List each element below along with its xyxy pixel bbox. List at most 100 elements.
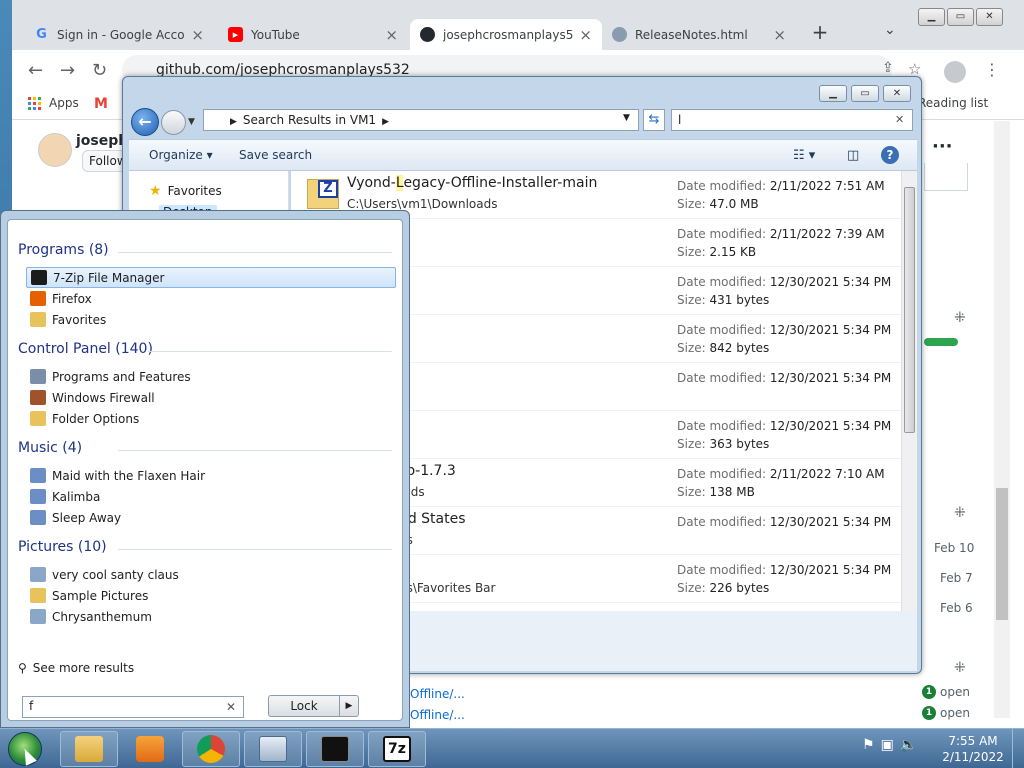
show-desktop-button[interactable] xyxy=(1012,729,1024,768)
more-options-icon[interactable]: ··· xyxy=(932,136,953,157)
clock[interactable]: 7:55 AM 2/11/2022 xyxy=(940,733,1006,765)
start-result-item[interactable]: Sample Pictures xyxy=(26,585,396,606)
start-result-item[interactable]: Folder Options xyxy=(26,408,396,429)
start-result-item[interactable]: Favorites xyxy=(26,309,396,330)
start-category-title[interactable]: Control Panel (140) xyxy=(18,341,153,357)
system-tray: ⚑ ▣ 🔈 xyxy=(862,737,923,753)
repo-link[interactable]: Offline/... xyxy=(410,687,465,701)
back-arrow-icon[interactable]: ← xyxy=(28,60,43,81)
open-label: open xyxy=(940,685,970,699)
taskbar-chrome[interactable] xyxy=(182,731,240,767)
user-avatar[interactable] xyxy=(38,133,72,167)
taskbar-explorer[interactable] xyxy=(60,731,118,767)
start-category-title[interactable]: Music (4) xyxy=(18,440,82,456)
explorer-address-bar[interactable]: ▶ Search Results in VM1 ▶ xyxy=(203,109,639,131)
activity-date: Feb 10 xyxy=(934,541,975,555)
preview-pane-icon[interactable]: ◫ xyxy=(847,148,859,163)
count-badge: 1 xyxy=(922,685,936,699)
close-button[interactable]: ✕ xyxy=(976,8,1003,26)
reload-icon[interactable]: ↻ xyxy=(92,60,107,81)
help-icon[interactable]: ? xyxy=(881,146,899,164)
start-result-item[interactable]: Programs and Features xyxy=(26,366,396,387)
tab-github[interactable]: josephcrosmanplays532 × xyxy=(410,19,602,50)
category-divider xyxy=(118,252,392,253)
scrollbar-thumb[interactable] xyxy=(904,187,915,433)
explorer-search-input[interactable]: l xyxy=(671,109,913,131)
network-icon[interactable]: ▣ xyxy=(881,737,894,753)
start-category-title[interactable]: Pictures (10) xyxy=(18,539,107,555)
lock-button[interactable]: Lock xyxy=(268,695,340,717)
page-scrollbar[interactable] xyxy=(994,121,1010,718)
save-search-button[interactable]: Save search xyxy=(239,148,312,162)
clear-search-icon[interactable]: ✕ xyxy=(895,113,904,126)
app-window-icon xyxy=(259,736,287,762)
view-options-icon[interactable]: ☷ ▾ xyxy=(793,148,815,163)
tab-youtube[interactable]: ▶ YouTube × xyxy=(218,19,408,50)
address-dropdown-icon[interactable]: ▼ xyxy=(623,113,630,123)
expand-icon[interactable]: ⁜ xyxy=(954,660,966,676)
start-result-item[interactable]: 7-Zip File Manager xyxy=(26,267,396,288)
open-issues-badge[interactable]: 1 open xyxy=(922,706,970,720)
expand-icon[interactable]: ⁜ xyxy=(954,310,966,326)
taskbar-media-player[interactable] xyxy=(121,731,179,767)
forward-arrow-icon[interactable]: → xyxy=(60,60,75,81)
start-result-item[interactable]: Sleep Away xyxy=(26,507,396,528)
profile-avatar-icon[interactable] xyxy=(944,61,966,83)
results-scrollbar[interactable] xyxy=(901,171,917,611)
start-result-item[interactable]: Kalimba xyxy=(26,486,396,507)
start-search-input[interactable]: f xyxy=(22,696,244,718)
organize-button[interactable]: Organize ▾ xyxy=(149,148,213,162)
history-dropdown-icon[interactable]: ▼ xyxy=(188,117,195,127)
music-file-icon xyxy=(30,510,46,525)
organize-label: Organize xyxy=(149,148,203,162)
start-result-label: Sample Pictures xyxy=(52,588,149,603)
taskbar-7zip[interactable]: 7z xyxy=(368,731,426,767)
repo-link[interactable]: Offline/... xyxy=(410,708,465,722)
start-category-title[interactable]: Programs (8) xyxy=(18,242,109,258)
taskbar-cmd[interactable] xyxy=(306,731,364,767)
new-tab-button[interactable]: + xyxy=(808,20,832,48)
back-arrow-icon[interactable]: ← xyxy=(131,108,159,136)
start-result-item[interactable]: very cool santy claus xyxy=(26,564,396,585)
taskbar-app[interactable] xyxy=(244,731,302,767)
minimize-button[interactable]: ▁ xyxy=(918,8,945,26)
start-result-item[interactable]: Chrysanthemum xyxy=(26,606,396,627)
youtube-icon: ▶ xyxy=(228,27,243,42)
apps-bookmark[interactable]: Apps xyxy=(28,96,79,110)
music-file-icon xyxy=(30,489,46,504)
breadcrumb[interactable]: Search Results in VM1 xyxy=(243,113,376,127)
expand-icon[interactable]: ⁜ xyxy=(954,505,966,521)
close-button[interactable]: ✕ xyxy=(883,85,911,102)
open-issues-badge[interactable]: 1 open xyxy=(922,685,970,699)
scrollbar-thumb[interactable] xyxy=(996,488,1008,620)
category-divider xyxy=(118,450,392,451)
tab-google-signin[interactable]: G Sign in - Google Accoun × xyxy=(24,19,214,50)
reading-list-button[interactable]: Reading list xyxy=(918,96,988,110)
refresh-icon[interactable]: ⇆ xyxy=(643,109,665,131)
start-result-label: Chrysanthemum xyxy=(52,609,152,624)
shutdown-options-arrow-icon[interactable]: ▶ xyxy=(339,695,359,717)
tab-close-icon[interactable]: × xyxy=(773,26,786,44)
chrome-menu-icon[interactable]: ⋮ xyxy=(984,60,1000,79)
tab-close-icon[interactable]: × xyxy=(191,26,204,44)
tab-close-icon[interactable]: × xyxy=(579,26,592,44)
clear-search-icon[interactable]: ✕ xyxy=(226,700,236,714)
start-result-item[interactable]: Firefox xyxy=(26,288,396,309)
tab-close-icon[interactable]: × xyxy=(385,26,398,44)
volume-icon[interactable]: 🔈 xyxy=(900,737,917,753)
forward-arrow-icon[interactable] xyxy=(161,110,186,135)
minimize-button[interactable]: ▁ xyxy=(819,85,847,102)
start-result-item[interactable]: Maid with the Flaxen Hair xyxy=(26,465,396,486)
maximize-button[interactable]: ▭ xyxy=(947,8,974,26)
see-more-results-link[interactable]: ⚲ See more results xyxy=(18,661,134,675)
tab-release-notes[interactable]: ReleaseNotes.html × xyxy=(602,19,796,50)
start-result-label: very cool santy claus xyxy=(52,567,179,582)
maximize-button[interactable]: ▭ xyxy=(851,85,879,102)
start-result-item[interactable]: Windows Firewall xyxy=(26,387,396,408)
nav-favorites[interactable]: ★ Favorites xyxy=(149,183,222,199)
gmail-icon[interactable]: M xyxy=(94,96,108,112)
tab-search-chevron-icon[interactable]: ⌄ xyxy=(884,22,896,38)
clock-date: 2/11/2022 xyxy=(942,750,1004,764)
share-icon[interactable]: ⇪ xyxy=(882,60,894,76)
action-center-flag-icon[interactable]: ⚑ xyxy=(862,737,875,753)
